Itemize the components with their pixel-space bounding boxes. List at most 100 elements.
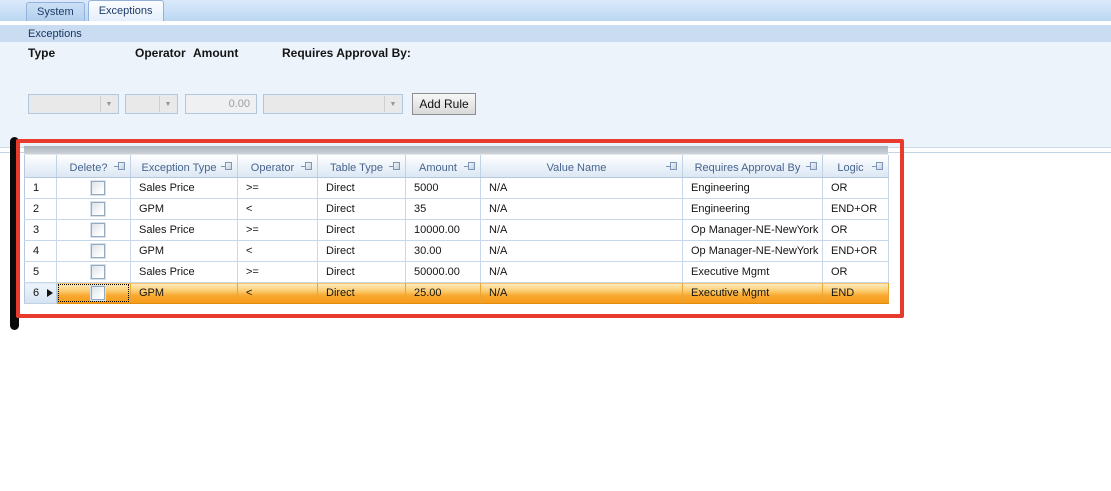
delete-cell[interactable] xyxy=(56,282,131,304)
column-header-delete[interactable]: Delete? xyxy=(56,155,131,178)
grid-cell-exception_type[interactable]: GPM xyxy=(130,282,238,304)
grid-row: 6 GPM < Direct 25.00 N/A Executive Mgmt END xyxy=(24,282,889,304)
add-rule-button[interactable]: Add Rule xyxy=(412,93,476,115)
grid-cell-requires_approval_by[interactable]: Executive Mgmt xyxy=(682,261,823,283)
grid-cell-amount[interactable]: 25.00 xyxy=(405,282,481,304)
grid-cell-exception_type[interactable]: Sales Price xyxy=(130,261,238,283)
rules-grid: Delete? Exception Type Operator Table Type A… xyxy=(24,146,889,304)
pushpin-icon[interactable] xyxy=(806,162,817,170)
row-number-cell[interactable]: 6 xyxy=(24,282,57,304)
row-number-cell[interactable]: 3 xyxy=(24,219,57,241)
pushpin-icon[interactable] xyxy=(872,162,883,170)
grid-cell-value_name[interactable]: N/A xyxy=(480,198,683,220)
delete-checkbox[interactable] xyxy=(90,181,105,195)
grid-cell-amount[interactable]: 30.00 xyxy=(405,240,481,262)
type-dropdown[interactable]: ▼ xyxy=(28,94,119,114)
tab-system[interactable]: System xyxy=(26,2,85,21)
grid-cell-value_name[interactable]: N/A xyxy=(480,219,683,241)
grid-cell-operator[interactable]: < xyxy=(237,198,318,220)
pushpin-icon[interactable] xyxy=(666,162,677,170)
delete-checkbox[interactable] xyxy=(90,265,105,279)
grid-cell-amount[interactable]: 35 xyxy=(405,198,481,220)
grid-corner-cell[interactable] xyxy=(24,155,57,178)
grid-cell-operator[interactable]: < xyxy=(237,282,318,304)
grid-cell-operator[interactable]: >= xyxy=(237,219,318,241)
pushpin-icon[interactable] xyxy=(464,162,475,170)
column-header-value_name[interactable]: Value Name xyxy=(480,155,683,178)
chevron-down-icon: ▼ xyxy=(159,96,176,112)
column-header-amount[interactable]: Amount xyxy=(405,155,481,178)
amount-label: Amount xyxy=(193,46,239,60)
delete-cell[interactable] xyxy=(56,198,131,220)
approval-dropdown[interactable]: ▼ xyxy=(263,94,403,114)
grid-cell-logic[interactable]: OR xyxy=(822,261,889,283)
grid-cell-requires_approval_by[interactable]: Engineering xyxy=(682,177,823,199)
delete-cell[interactable] xyxy=(56,177,131,199)
grid-cell-exception_type[interactable]: GPM xyxy=(130,198,238,220)
delete-cell[interactable] xyxy=(56,261,131,283)
grid-top-bar xyxy=(24,146,888,155)
grid-cell-requires_approval_by[interactable]: Op Manager-NE-NewYork xyxy=(682,219,823,241)
grid-cell-logic[interactable]: OR xyxy=(822,219,889,241)
grid-cell-exception_type[interactable]: Sales Price xyxy=(130,177,238,199)
grid-cell-value_name[interactable]: N/A xyxy=(480,177,683,199)
grid-cell-value_name[interactable]: N/A xyxy=(480,240,683,262)
grid-cell-requires_approval_by[interactable]: Engineering xyxy=(682,198,823,220)
grid-cell-exception_type[interactable]: GPM xyxy=(130,240,238,262)
grid-cell-table_type[interactable]: Direct xyxy=(317,177,406,199)
grid-cell-amount[interactable]: 10000.00 xyxy=(405,219,481,241)
section-header: Exceptions xyxy=(0,25,1111,42)
grid-cell-requires_approval_by[interactable]: Executive Mgmt xyxy=(682,282,823,304)
delete-cell[interactable] xyxy=(56,240,131,262)
row-number-cell[interactable]: 4 xyxy=(24,240,57,262)
grid-cell-operator[interactable]: < xyxy=(237,240,318,262)
current-row-arrow-icon xyxy=(47,289,53,297)
column-header-operator[interactable]: Operator xyxy=(237,155,318,178)
grid-cell-amount[interactable]: 5000 xyxy=(405,177,481,199)
row-number-cell[interactable]: 2 xyxy=(24,198,57,220)
column-header-label: Logic xyxy=(837,162,864,174)
delete-cell[interactable] xyxy=(56,219,131,241)
pushpin-icon[interactable] xyxy=(301,162,312,170)
chevron-down-icon: ▼ xyxy=(100,96,117,112)
row-number-cell[interactable]: 1 xyxy=(24,177,57,199)
row-number-cell[interactable]: 5 xyxy=(24,261,57,283)
grid-cell-table_type[interactable]: Direct xyxy=(317,240,406,262)
tab-exceptions[interactable]: Exceptions xyxy=(87,0,164,21)
column-header-label: Requires Approval By xyxy=(694,162,801,174)
grid-cell-table_type[interactable]: Direct xyxy=(317,282,406,304)
grid-cell-exception_type[interactable]: Sales Price xyxy=(130,219,238,241)
pushpin-icon[interactable] xyxy=(221,162,232,170)
operator-dropdown[interactable]: ▼ xyxy=(125,94,178,114)
grid-cell-table_type[interactable]: Direct xyxy=(317,261,406,283)
pushpin-icon[interactable] xyxy=(389,162,400,170)
grid-cell-table_type[interactable]: Direct xyxy=(317,219,406,241)
delete-checkbox[interactable] xyxy=(90,202,105,216)
grid-row: 4 GPM < Direct 30.00 N/A Op Manager-NE-NewYork… xyxy=(24,240,889,262)
grid-cell-table_type[interactable]: Direct xyxy=(317,198,406,220)
delete-checkbox[interactable] xyxy=(90,286,105,300)
grid-cell-amount[interactable]: 50000.00 xyxy=(405,261,481,283)
delete-checkbox[interactable] xyxy=(90,244,105,258)
column-header-logic[interactable]: Logic xyxy=(822,155,889,178)
pushpin-icon[interactable] xyxy=(114,162,125,170)
column-header-exception_type[interactable]: Exception Type xyxy=(130,155,238,178)
grid-cell-logic[interactable]: END+OR xyxy=(822,198,889,220)
grid-cell-value_name[interactable]: N/A xyxy=(480,282,683,304)
grid-cell-operator[interactable]: >= xyxy=(237,177,318,199)
grid-cell-logic[interactable]: END xyxy=(822,282,889,304)
grid-cell-logic[interactable]: OR xyxy=(822,177,889,199)
column-header-requires_approval_by[interactable]: Requires Approval By xyxy=(682,155,823,178)
grid-row: 1 Sales Price >= Direct 5000 N/A Engineering OR xyxy=(24,177,889,199)
delete-checkbox[interactable] xyxy=(90,223,105,237)
type-label: Type xyxy=(28,46,56,60)
grid-cell-value_name[interactable]: N/A xyxy=(480,261,683,283)
app-window: System Exceptions Exceptions Type Operat… xyxy=(0,0,1111,491)
grid-cell-requires_approval_by[interactable]: Op Manager-NE-NewYork xyxy=(682,240,823,262)
grid-cell-operator[interactable]: >= xyxy=(237,261,318,283)
grid-body: 1 Sales Price >= Direct 5000 N/A Engineering OR… xyxy=(24,177,889,304)
grid-cell-logic[interactable]: END+OR xyxy=(822,240,889,262)
column-header-table_type[interactable]: Table Type xyxy=(317,155,406,178)
amount-input[interactable]: 0.00 xyxy=(185,94,257,114)
grid-row: 2 GPM < Direct 35 N/A Engineering END+OR xyxy=(24,198,889,220)
